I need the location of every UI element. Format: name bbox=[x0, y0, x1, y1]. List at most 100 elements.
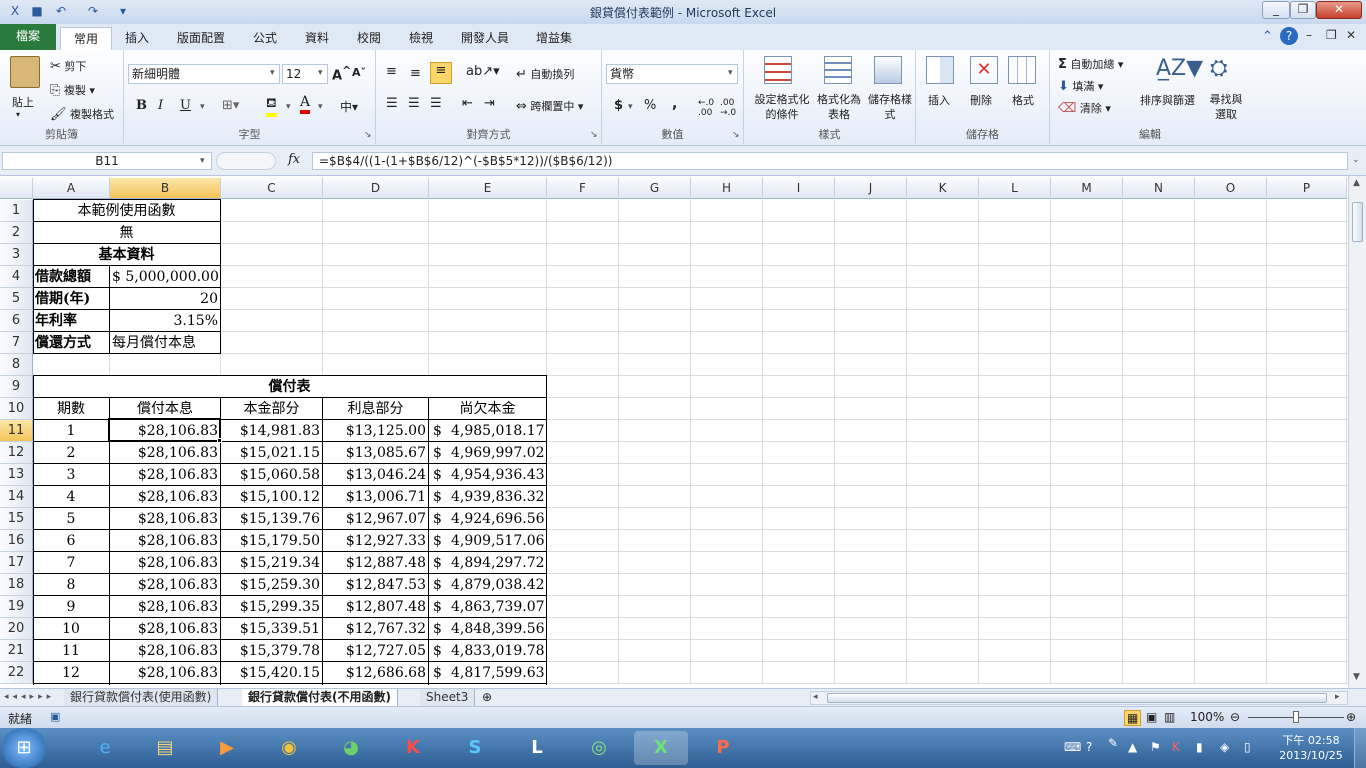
formula-bar-splitter[interactable] bbox=[216, 152, 276, 170]
column-header-l[interactable]: L bbox=[979, 178, 1051, 199]
doc-close-icon[interactable]: ✕ bbox=[1346, 28, 1356, 42]
cell-styles-button[interactable]: 儲存格樣式 bbox=[866, 92, 914, 122]
powerpoint-icon[interactable]: P bbox=[696, 731, 750, 765]
binoculars-icon[interactable]: ⛭ bbox=[1210, 56, 1228, 81]
row-header-11[interactable]: 11 bbox=[0, 420, 33, 442]
active-cell-outline[interactable] bbox=[108, 418, 221, 442]
close-button[interactable]: ✕ bbox=[1316, 1, 1362, 19]
sheet-tab-without-functions[interactable]: 銀行貸款償付表(不用函數) bbox=[242, 689, 398, 707]
decrease-decimal-icon[interactable]: .00 →.0 bbox=[720, 98, 736, 118]
tab-insert[interactable]: 插入 bbox=[114, 27, 160, 50]
format-as-table-icon[interactable] bbox=[824, 56, 852, 84]
row-header-1[interactable]: 1 bbox=[0, 200, 33, 222]
tab-addins[interactable]: 增益集 bbox=[526, 27, 582, 50]
format-cells-button[interactable]: 格式 bbox=[1012, 92, 1034, 108]
tray-pen-icon[interactable]: ✎ bbox=[1108, 736, 1118, 750]
row-header-16[interactable]: 16 bbox=[0, 530, 33, 552]
minimize-button[interactable]: _ bbox=[1262, 1, 1290, 19]
column-header-h[interactable]: H bbox=[691, 178, 763, 199]
name-box-dropdown-icon[interactable]: ▾ bbox=[200, 156, 205, 166]
copy-button[interactable]: ⎘ 複製 ▾ bbox=[50, 82, 95, 98]
minimize-ribbon-icon[interactable]: ⌃ bbox=[1262, 29, 1273, 44]
show-desktop-button[interactable] bbox=[1354, 728, 1366, 768]
wrap-text-button[interactable]: ↵ 自動換列 bbox=[516, 66, 574, 82]
insert-function-button[interactable]: fx bbox=[288, 152, 300, 167]
column-header-p[interactable]: P bbox=[1267, 178, 1347, 199]
formula-input[interactable]: =$B$4/((1-(1+$B$6/12)^(-$B$5*12))/($B$6/… bbox=[312, 152, 1348, 170]
tab-formulas[interactable]: 公式 bbox=[242, 27, 288, 50]
font-color-icon[interactable]: A bbox=[300, 94, 311, 114]
format-as-table-button[interactable]: 格式化為表格 bbox=[814, 92, 864, 122]
fill-color-icon[interactable]: ⛾ bbox=[266, 96, 277, 117]
align-left-icon[interactable]: ☰ bbox=[386, 96, 398, 111]
kaspersky-icon[interactable]: K bbox=[386, 731, 440, 765]
tab-view[interactable]: 檢視 bbox=[398, 27, 444, 50]
row-header-9[interactable]: 9 bbox=[0, 376, 33, 398]
clock-time[interactable]: 下午 02:58 bbox=[1276, 732, 1346, 748]
row-header-13[interactable]: 13 bbox=[0, 464, 33, 486]
lync-icon[interactable]: L bbox=[510, 731, 564, 765]
macro-record-icon[interactable]: ▣ bbox=[50, 710, 60, 723]
increase-decimal-icon[interactable]: ←.0.00 bbox=[698, 98, 714, 118]
row-header-17[interactable]: 17 bbox=[0, 552, 33, 574]
italic-button[interactable]: I bbox=[158, 98, 163, 113]
media-player-icon[interactable]: ▶ bbox=[200, 731, 254, 765]
page-layout-view-icon[interactable]: ▣ bbox=[1146, 710, 1157, 724]
skype-icon[interactable]: S bbox=[448, 731, 502, 765]
cut-button[interactable]: ✂ 剪下 bbox=[50, 58, 86, 74]
excel-icon[interactable]: X bbox=[634, 731, 688, 765]
align-middle-icon[interactable]: ≡ bbox=[410, 66, 421, 81]
bold-button[interactable]: B bbox=[136, 98, 147, 113]
row-header-21[interactable]: 21 bbox=[0, 640, 33, 662]
borders-icon[interactable]: ⊞▾ bbox=[222, 98, 239, 113]
insert-sheet-icon[interactable]: ⊕ bbox=[482, 690, 492, 704]
column-header-d[interactable]: D bbox=[323, 178, 429, 199]
align-right-icon[interactable]: ☰ bbox=[430, 96, 442, 111]
align-top-icon[interactable]: ≡ bbox=[386, 64, 397, 79]
row-header-8[interactable]: 8 bbox=[0, 354, 33, 376]
paste-icon[interactable] bbox=[10, 56, 40, 88]
tab-developer[interactable]: 開發人員 bbox=[452, 27, 518, 50]
phonetic-icon[interactable]: 中▾ bbox=[340, 98, 358, 115]
decrease-indent-icon[interactable]: ⇤ bbox=[462, 96, 473, 111]
insert-cells-icon[interactable] bbox=[926, 56, 954, 84]
zoom-slider-thumb[interactable] bbox=[1293, 711, 1299, 723]
tab-home[interactable]: 常用 bbox=[60, 27, 112, 50]
page-break-view-icon[interactable]: ▥ bbox=[1164, 710, 1175, 724]
row-header-19[interactable]: 19 bbox=[0, 596, 33, 618]
row-header-20[interactable]: 20 bbox=[0, 618, 33, 640]
increase-indent-icon[interactable]: ⇥ bbox=[484, 96, 495, 111]
format-painter-button[interactable]: 🖌 複製格式 bbox=[50, 106, 114, 122]
row-header-2[interactable]: 2 bbox=[0, 222, 33, 244]
column-header-c[interactable]: C bbox=[221, 178, 323, 199]
row-header-10[interactable]: 10 bbox=[0, 398, 33, 420]
orientation-icon[interactable]: ab↗▾ bbox=[466, 64, 500, 79]
row-header-14[interactable]: 14 bbox=[0, 486, 33, 508]
conditional-format-icon[interactable] bbox=[764, 56, 792, 84]
tray-network-icon[interactable]: ▮ bbox=[1196, 740, 1203, 754]
fill-button[interactable]: ⬇ 填滿 ▾ bbox=[1058, 78, 1103, 94]
horizontal-scroll-thumb[interactable] bbox=[827, 693, 1327, 703]
align-center-icon[interactable]: ☰ bbox=[408, 96, 420, 111]
currency-button[interactable]: $ bbox=[614, 98, 623, 113]
tab-page-layout[interactable]: 版面配置 bbox=[168, 27, 234, 50]
conditional-format-button[interactable]: 設定格式化的條件 bbox=[750, 92, 814, 122]
tray-flag-icon[interactable]: ⚑ bbox=[1150, 740, 1161, 754]
paste-button[interactable]: 貼上 bbox=[12, 94, 34, 110]
horizontal-scrollbar[interactable]: ◂ ▸ bbox=[810, 691, 1348, 705]
ie-icon[interactable]: e bbox=[78, 731, 132, 765]
doc-minimize-icon[interactable]: – bbox=[1306, 28, 1312, 42]
underline-dropdown-icon[interactable]: ▾ bbox=[200, 102, 205, 112]
grow-font-icon[interactable]: A^ bbox=[332, 64, 351, 83]
row-header-12[interactable]: 12 bbox=[0, 442, 33, 464]
sort-filter-icon[interactable]: A̲Z▼ bbox=[1156, 56, 1203, 81]
row-header-4[interactable]: 4 bbox=[0, 266, 33, 288]
column-header-i[interactable]: I bbox=[763, 178, 835, 199]
sheet-tab-with-functions[interactable]: 銀行貸款償付表(使用函數) bbox=[64, 689, 219, 707]
zoom-level[interactable]: 100% bbox=[1190, 710, 1224, 724]
dreamweaver-icon[interactable]: ◎ bbox=[572, 731, 626, 765]
column-header-j[interactable]: J bbox=[835, 178, 907, 199]
tray-help-icon[interactable]: ? bbox=[1086, 740, 1092, 754]
vertical-scroll-thumb[interactable] bbox=[1352, 202, 1363, 242]
clock-date[interactable]: 2013/10/25 bbox=[1276, 749, 1346, 762]
